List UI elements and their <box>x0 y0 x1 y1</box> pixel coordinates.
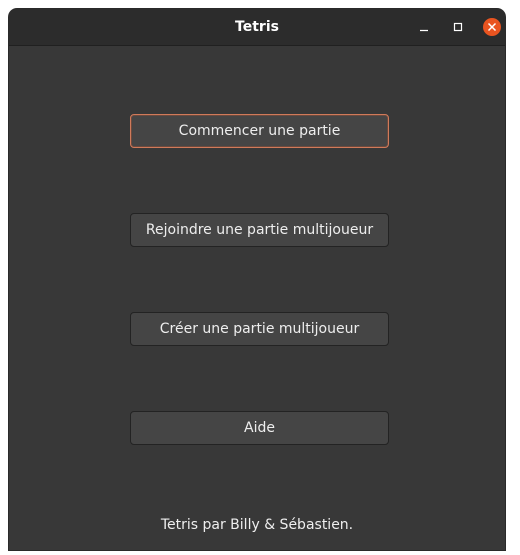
main-menu: Commencer une partie Rejoindre une parti… <box>9 46 505 550</box>
app-window: Tetris Commencer une partie Rejoindre un… <box>9 9 505 550</box>
create-multiplayer-button[interactable]: Créer une partie multijoueur <box>130 312 389 346</box>
minimize-icon <box>420 29 428 32</box>
minimize-button[interactable] <box>414 17 434 37</box>
close-button[interactable] <box>482 17 502 37</box>
join-multiplayer-button[interactable]: Rejoindre une partie multijoueur <box>130 213 389 247</box>
help-button[interactable]: Aide <box>130 411 389 445</box>
title-bar[interactable]: Tetris <box>9 9 505 46</box>
maximize-icon <box>453 22 463 32</box>
maximize-button[interactable] <box>448 17 468 37</box>
start-game-button[interactable]: Commencer une partie <box>130 114 389 148</box>
close-button-circle <box>483 18 501 36</box>
close-icon <box>487 22 497 32</box>
credits-text: Tetris par Billy & Sébastien. <box>160 517 354 533</box>
